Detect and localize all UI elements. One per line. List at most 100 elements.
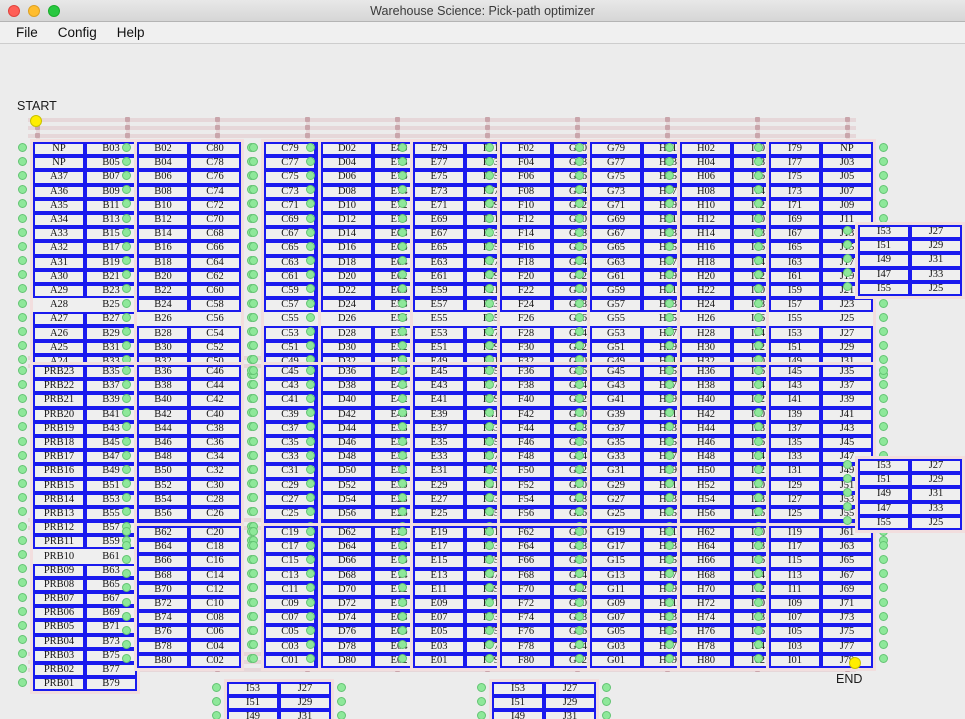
bin-cell[interactable]: I53 <box>858 459 910 473</box>
pick-location-dot[interactable] <box>485 479 494 488</box>
bin-cell[interactable]: F42 <box>500 408 552 422</box>
bin-cell[interactable]: C64 <box>189 256 241 270</box>
bin-cell[interactable]: PRB04 <box>33 635 85 649</box>
bin-cell[interactable]: PRB13 <box>33 507 85 521</box>
bin-cell[interactable]: E79 <box>413 142 465 156</box>
pick-location-dot[interactable] <box>249 612 258 621</box>
pick-location-dot[interactable] <box>249 214 258 223</box>
bin-cell[interactable]: D24 <box>321 298 373 312</box>
bin-cell[interactable]: G45 <box>590 365 642 379</box>
bin-cell[interactable]: J45 <box>821 436 873 450</box>
pick-location-dot[interactable] <box>754 437 763 446</box>
pick-location-dot[interactable] <box>485 527 494 536</box>
bin-cell[interactable]: C28 <box>189 493 241 507</box>
pick-location-dot[interactable] <box>754 242 763 251</box>
rack-row[interactable]: I51J29 <box>227 696 331 710</box>
pick-location-dot[interactable] <box>665 313 674 322</box>
bin-cell[interactable]: G11 <box>590 583 642 597</box>
bin-cell[interactable]: E07 <box>413 611 465 625</box>
bin-cell[interactable]: I65 <box>769 241 821 255</box>
pick-location-dot[interactable] <box>665 465 674 474</box>
pick-location-dot[interactable] <box>754 366 763 375</box>
pick-location-dot[interactable] <box>249 493 258 502</box>
bin-cell[interactable]: E67 <box>413 227 465 241</box>
pick-location-dot[interactable] <box>18 299 27 308</box>
bin-cell[interactable]: B06 <box>137 170 189 184</box>
bin-cell[interactable]: A32 <box>33 241 85 255</box>
bin-cell[interactable]: G59 <box>590 284 642 298</box>
bin-cell[interactable]: D20 <box>321 270 373 284</box>
rack-row[interactable]: B40C42 <box>137 393 241 407</box>
pick-location-dot[interactable] <box>122 214 131 223</box>
bin-cell[interactable]: PRB22 <box>33 379 85 393</box>
pick-location-dot[interactable] <box>398 341 407 350</box>
pick-location-dot[interactable] <box>879 569 888 578</box>
pick-location-dot[interactable] <box>879 299 888 308</box>
pick-location-dot[interactable] <box>843 254 852 263</box>
bin-cell[interactable]: H28 <box>680 326 732 340</box>
bin-cell[interactable]: PRB15 <box>33 479 85 493</box>
bin-cell[interactable]: B80 <box>137 654 189 668</box>
bin-cell[interactable]: I49 <box>492 710 544 719</box>
bin-cell[interactable]: D46 <box>321 436 373 450</box>
pick-location-dot[interactable] <box>665 640 674 649</box>
bin-cell[interactable]: B78 <box>137 640 189 654</box>
pick-location-dot[interactable] <box>477 697 486 706</box>
bin-cell[interactable]: B12 <box>137 213 189 227</box>
bin-cell[interactable]: H46 <box>680 436 732 450</box>
pick-location-dot[interactable] <box>575 541 584 550</box>
rack-row[interactable]: B26C56 <box>137 312 241 326</box>
bin-cell[interactable]: I17 <box>769 540 821 554</box>
bin-cell[interactable]: J69 <box>821 583 873 597</box>
bin-cell[interactable]: G63 <box>590 256 642 270</box>
pick-location-dot[interactable] <box>249 451 258 460</box>
pick-location-dot[interactable] <box>18 143 27 152</box>
bin-cell[interactable]: F28 <box>500 326 552 340</box>
pick-location-dot[interactable] <box>665 214 674 223</box>
pick-location-dot[interactable] <box>122 366 131 375</box>
bin-cell[interactable]: H68 <box>680 569 732 583</box>
bin-cell[interactable]: I49 <box>858 487 910 501</box>
pick-location-dot[interactable] <box>665 327 674 336</box>
rack-row[interactable]: I37J43 <box>769 422 873 436</box>
pick-location-dot[interactable] <box>575 612 584 621</box>
pick-location-dot[interactable] <box>398 465 407 474</box>
pick-location-dot[interactable] <box>306 583 315 592</box>
pick-location-dot[interactable] <box>249 143 258 152</box>
pick-location-dot[interactable] <box>485 394 494 403</box>
pick-location-dot[interactable] <box>18 422 27 431</box>
pick-location-dot[interactable] <box>249 284 258 293</box>
bin-cell[interactable]: B08 <box>137 185 189 199</box>
rack-row[interactable]: B28C54 <box>137 326 241 340</box>
bin-cell[interactable]: H04 <box>680 156 732 170</box>
pick-location-dot[interactable] <box>18 157 27 166</box>
pick-location-dot[interactable] <box>249 598 258 607</box>
bin-cell[interactable]: C80 <box>189 142 241 156</box>
bin-cell[interactable]: F04 <box>500 156 552 170</box>
bin-cell[interactable]: B22 <box>137 284 189 298</box>
bin-cell[interactable]: E69 <box>413 213 465 227</box>
bin-cell[interactable]: H80 <box>680 654 732 668</box>
bin-cell[interactable]: F16 <box>500 241 552 255</box>
pick-location-dot[interactable] <box>306 157 315 166</box>
pick-location-dot[interactable] <box>665 612 674 621</box>
rack-row[interactable]: B80C02 <box>137 654 241 668</box>
pick-location-dot[interactable] <box>306 626 315 635</box>
pick-location-dot[interactable] <box>398 143 407 152</box>
bin-cell[interactable]: C60 <box>189 284 241 298</box>
bin-cell[interactable]: G09 <box>590 597 642 611</box>
pick-location-dot[interactable] <box>18 550 27 559</box>
pick-location-dot[interactable] <box>575 527 584 536</box>
bin-cell[interactable]: J29 <box>910 239 962 253</box>
pick-location-dot[interactable] <box>575 157 584 166</box>
bin-cell[interactable]: I59 <box>769 284 821 298</box>
pick-location-dot[interactable] <box>575 654 584 663</box>
bin-cell[interactable]: E59 <box>413 284 465 298</box>
rack-row[interactable]: B14C68 <box>137 227 241 241</box>
bin-cell[interactable]: PRB02 <box>33 663 85 677</box>
pick-location-dot[interactable] <box>485 380 494 389</box>
bin-cell[interactable]: B74 <box>137 611 189 625</box>
pick-location-dot[interactable] <box>754 493 763 502</box>
bin-cell[interactable]: E57 <box>413 298 465 312</box>
bin-cell[interactable]: H14 <box>680 227 732 241</box>
